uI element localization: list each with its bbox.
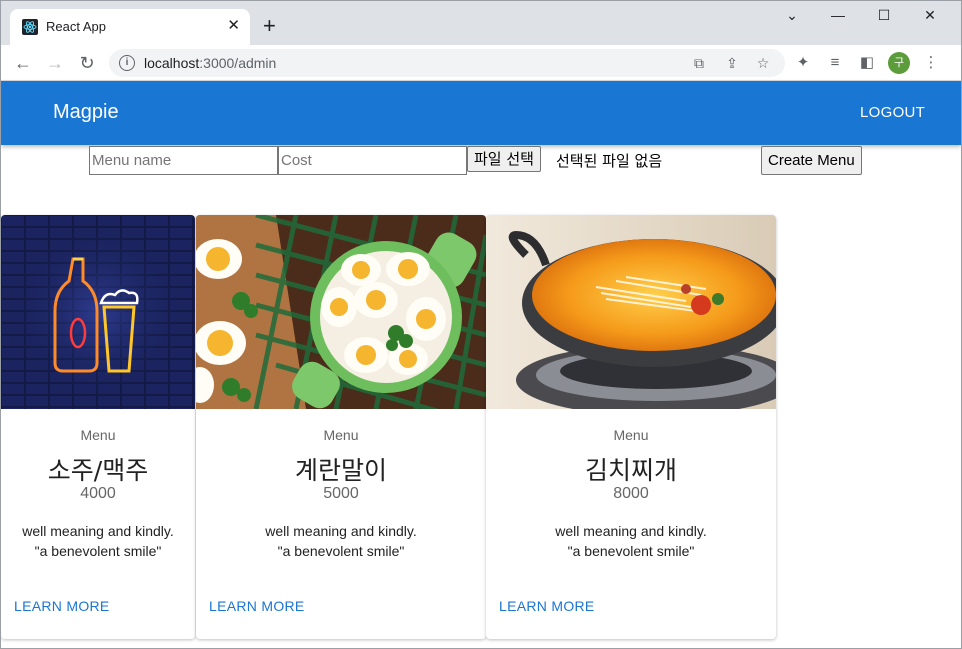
learn-more-button[interactable]: LEARN MORE bbox=[14, 598, 110, 614]
card-description: well meaning and kindly. "a benevolent s… bbox=[196, 521, 486, 561]
back-icon[interactable]: ← bbox=[13, 53, 33, 73]
card-overline: Menu bbox=[613, 427, 649, 443]
card-overline: Menu bbox=[323, 427, 359, 443]
tab-strip: React App ✕ + ⌄ — ☐ ✕ bbox=[1, 1, 961, 45]
close-window-icon[interactable]: ✕ bbox=[907, 7, 953, 27]
file-status-text: 선택된 파일 없음 bbox=[556, 152, 663, 170]
brand-title: Magpie bbox=[53, 101, 119, 123]
profile-avatar[interactable]: 구 bbox=[888, 52, 910, 74]
create-menu-button[interactable]: Create Menu bbox=[761, 146, 862, 175]
react-favicon-icon bbox=[22, 19, 38, 35]
tab-search-chevron-icon[interactable]: ⌄ bbox=[769, 7, 815, 27]
card-desc-line: well meaning and kindly. bbox=[265, 523, 417, 539]
neon-beer-image bbox=[1, 215, 195, 409]
url-host: localhost bbox=[144, 55, 200, 71]
menu-card: Menu 소주/맥주 4000 well meaning and kindly.… bbox=[1, 215, 195, 639]
kebab-menu-icon[interactable]: ⋮ bbox=[921, 53, 941, 73]
tab-react-app[interactable]: React App ✕ bbox=[10, 9, 250, 45]
card-title: 계란말이 bbox=[294, 456, 387, 485]
app-bar: Magpie LOGOUT bbox=[1, 81, 961, 145]
card-title: 소주/맥주 bbox=[47, 456, 149, 485]
side-panel-icon[interactable]: ◧ bbox=[857, 53, 877, 73]
maximize-icon[interactable]: ☐ bbox=[861, 7, 907, 27]
browser-window: React App ✕ + ⌄ — ☐ ✕ ← → ↻ i localhost:… bbox=[0, 0, 962, 649]
minimize-icon[interactable]: — bbox=[815, 7, 861, 27]
new-tab-icon[interactable]: + bbox=[263, 15, 276, 37]
card-desc-line: "a benevolent smile" bbox=[567, 543, 695, 559]
card-desc-line: "a benevolent smile" bbox=[34, 543, 162, 559]
card-cost: 8000 bbox=[613, 485, 649, 502]
card-description: well meaning and kindly. "a benevolent s… bbox=[1, 521, 195, 561]
media-controls-icon[interactable]: ≡ bbox=[825, 53, 845, 73]
card-desc-line: well meaning and kindly. bbox=[555, 523, 707, 539]
learn-more-button[interactable]: LEARN MORE bbox=[209, 598, 305, 614]
boiled-eggs-image bbox=[196, 215, 486, 409]
extensions-puzzle-icon[interactable]: ✦ bbox=[793, 53, 813, 73]
card-desc-line: "a benevolent smile" bbox=[277, 543, 405, 559]
card-cost: 5000 bbox=[323, 485, 359, 502]
card-desc-line: well meaning and kindly. bbox=[22, 523, 174, 539]
logout-button[interactable]: LOGOUT bbox=[860, 104, 925, 121]
tab-close-icon[interactable]: ✕ bbox=[227, 18, 240, 34]
share-icon[interactable]: ⇪ bbox=[724, 55, 740, 71]
forward-icon[interactable]: → bbox=[45, 53, 65, 73]
card-title: 김치찌개 bbox=[584, 456, 677, 485]
reload-icon[interactable]: ↻ bbox=[77, 53, 97, 73]
browser-toolbar: ← → ↻ i localhost:3000/admin ⧉ ⇪ ☆ ✦ ≡ ◧… bbox=[1, 45, 961, 81]
site-info-icon[interactable]: i bbox=[119, 55, 135, 71]
file-select-button[interactable]: 파일 선택 bbox=[467, 146, 541, 172]
translate-icon[interactable]: ⧉ bbox=[691, 55, 707, 71]
create-menu-form: 파일 선택 선택된 파일 없음 Create Menu bbox=[1, 146, 961, 176]
url-path: :3000/admin bbox=[199, 55, 277, 71]
star-icon[interactable]: ☆ bbox=[755, 55, 771, 71]
card-overline: Menu bbox=[80, 427, 116, 443]
menu-card: Menu 김치찌개 8000 well meaning and kindly. … bbox=[486, 215, 776, 639]
address-bar[interactable]: i localhost:3000/admin ⧉ ⇪ ☆ bbox=[109, 49, 785, 77]
stew-pot-image bbox=[486, 215, 776, 409]
menu-name-input[interactable] bbox=[89, 146, 278, 175]
tab-title: React App bbox=[46, 19, 106, 34]
card-description: well meaning and kindly. "a benevolent s… bbox=[486, 521, 776, 561]
card-cost: 4000 bbox=[80, 485, 116, 502]
cost-input[interactable] bbox=[278, 146, 467, 175]
menu-card: Menu 계란말이 5000 well meaning and kindly. … bbox=[196, 215, 486, 639]
learn-more-button[interactable]: LEARN MORE bbox=[499, 598, 595, 614]
url-text: localhost:3000/admin bbox=[144, 55, 276, 71]
